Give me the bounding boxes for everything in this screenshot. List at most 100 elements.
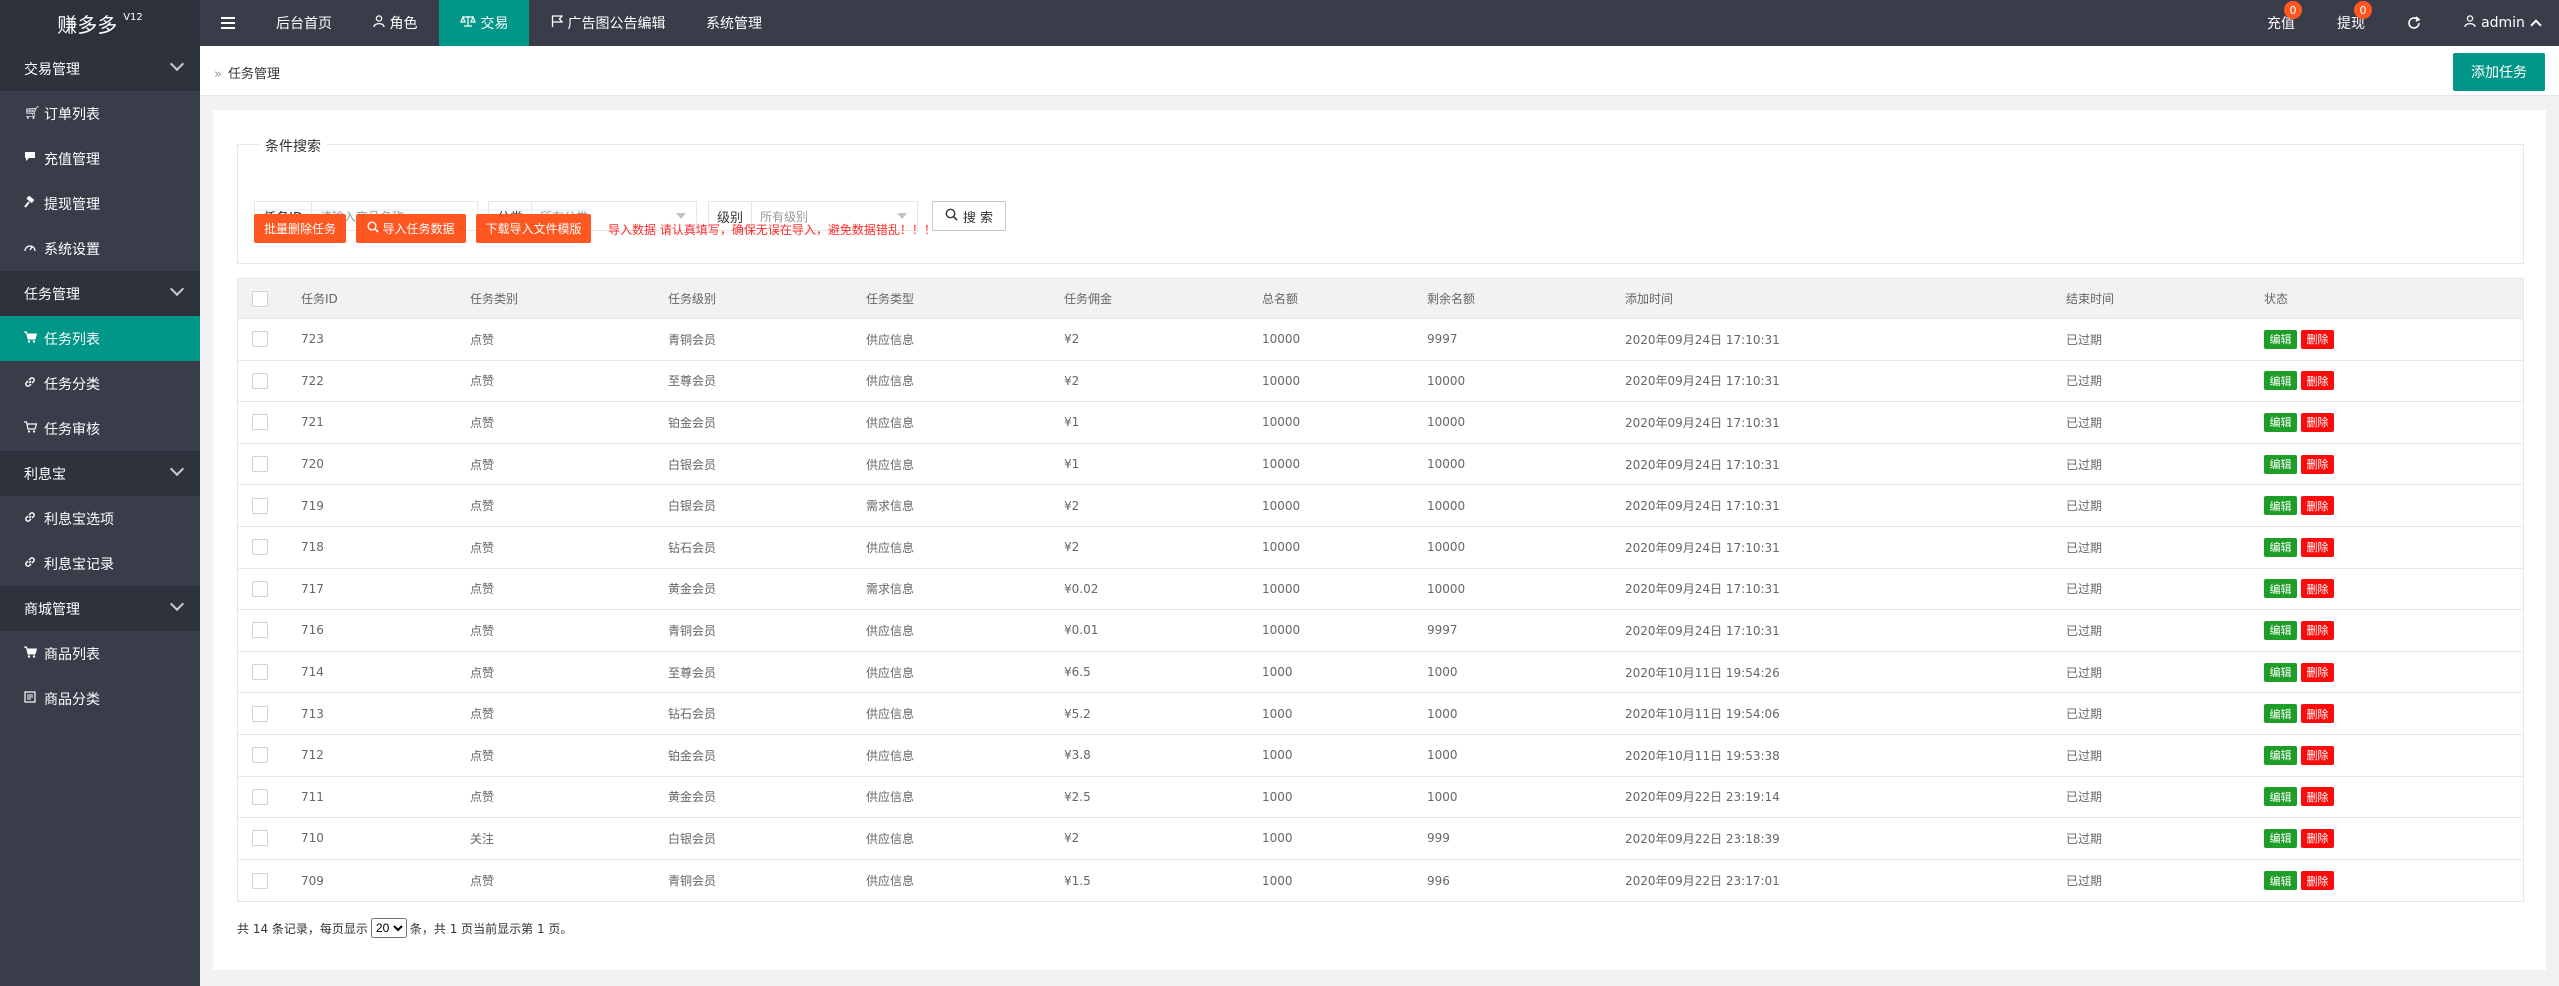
hamburger-icon[interactable] (200, 0, 255, 46)
delete-button[interactable]: 删除 (2301, 412, 2334, 432)
sidebar-group-trade[interactable]: 交易管理 (0, 46, 200, 91)
sidebar-group-mall[interactable]: 商城管理 (0, 586, 200, 631)
table-row: 714 点赞 至尊会员 供应信息 ¥6.5 1000 1000 2020年10月11日 19:… (238, 652, 2523, 694)
sidebar-item-interest-records[interactable]: 利息宝记录 (0, 541, 200, 586)
row-checkbox[interactable] (252, 361, 268, 402)
row-checkbox[interactable] (252, 444, 268, 485)
row-actions: 编辑 删除 (2264, 319, 2334, 360)
sidebar-item-withdraw[interactable]: 提现管理 (0, 181, 200, 226)
row-checkbox[interactable] (252, 527, 268, 568)
row-checkbox[interactable] (252, 485, 268, 526)
sidebar-item-interest-options[interactable]: 利息宝选项 (0, 496, 200, 541)
cell-total: 1000 (1262, 831, 1293, 846)
row-checkbox[interactable] (252, 610, 268, 651)
add-task-button[interactable]: 添加任务 (2453, 53, 2545, 91)
chevron-down-icon (169, 56, 185, 72)
cell-added-time: 2020年09月24日 17:10:31 (1625, 374, 1780, 389)
edit-button[interactable]: 编辑 (2264, 787, 2297, 807)
delete-button[interactable]: 删除 (2301, 579, 2334, 599)
sidebar-group-task[interactable]: 任务管理 (0, 271, 200, 316)
app-logo[interactable]: 赚多多 V12 (0, 0, 200, 46)
cell-remaining: 9997 (1427, 623, 1458, 638)
top-bar: 赚多多 V12 后台首页 角色 交易 广告图公告编辑 系统管理 充值 0 提现 0 (0, 0, 2559, 46)
nav-home[interactable]: 后台首页 (262, 0, 346, 46)
delete-button[interactable]: 删除 (2301, 454, 2334, 474)
cell-level: 白银会员 (668, 457, 717, 472)
nav-system[interactable]: 系统管理 (696, 0, 772, 46)
delete-button[interactable]: 删除 (2301, 704, 2334, 724)
delete-button[interactable]: 删除 (2301, 787, 2334, 807)
user-icon (372, 15, 385, 31)
delete-button[interactable]: 删除 (2301, 496, 2334, 516)
edit-button[interactable]: 编辑 (2264, 371, 2297, 391)
download-template-button[interactable]: 下载导入文件模版 (476, 214, 591, 243)
sidebar-group-interest[interactable]: 利息宝 (0, 451, 200, 496)
user-menu[interactable]: admin (2452, 0, 2552, 46)
sidebar-item-task-category[interactable]: 任务分类 (0, 361, 200, 406)
chevron-up-icon (2530, 19, 2542, 31)
cart-icon: 🛒︎ (24, 106, 41, 121)
cell-total: 1000 (1262, 789, 1293, 804)
nav-ad-notice[interactable]: 广告图公告编辑 (542, 0, 674, 46)
edit-button[interactable]: 编辑 (2264, 745, 2297, 765)
row-checkbox[interactable] (252, 569, 268, 610)
row-checkbox[interactable] (252, 652, 268, 693)
cell-remaining: 10000 (1427, 415, 1466, 430)
delete-button[interactable]: 删除 (2301, 662, 2334, 682)
link-icon (24, 511, 42, 527)
edit-button[interactable]: 编辑 (2264, 496, 2297, 516)
delete-button[interactable]: 删除 (2301, 537, 2334, 557)
cell-type: 供应信息 (866, 374, 915, 389)
delete-button[interactable]: 删除 (2301, 828, 2334, 848)
cell-total: 10000 (1262, 373, 1301, 388)
cell-end-time: 已过期 (2066, 415, 2103, 430)
edit-button[interactable]: 编辑 (2264, 537, 2297, 557)
sidebar-item-products[interactable]: 商品列表 (0, 631, 200, 676)
row-checkbox[interactable] (252, 860, 268, 902)
withdraw-link[interactable]: 提现 0 (2326, 0, 2376, 46)
nav-trade[interactable]: 交易 (439, 0, 529, 46)
sidebar-item-task-list[interactable]: 任务列表 (0, 316, 200, 361)
sidebar-item-product-category[interactable]: 商品分类 (0, 676, 200, 721)
search-button[interactable]: 搜 索 (932, 201, 1006, 231)
edit-button[interactable]: 编辑 (2264, 329, 2297, 349)
delete-button[interactable]: 删除 (2301, 871, 2334, 891)
cell-level: 白银会员 (668, 499, 717, 514)
cell-end-time: 已过期 (2066, 748, 2103, 763)
sidebar-item-label: 订单列表 (44, 106, 100, 123)
sidebar-item-settings[interactable]: 系统设置 (0, 226, 200, 271)
batch-delete-button[interactable]: 批量删除任务 (254, 214, 346, 243)
delete-button[interactable]: 删除 (2301, 329, 2334, 349)
sidebar-item-task-review[interactable]: 任务审核 (0, 406, 200, 451)
edit-button[interactable]: 编辑 (2264, 620, 2297, 640)
cell-end-time: 已过期 (2066, 499, 2103, 514)
nav-home-label: 后台首页 (276, 16, 332, 32)
row-checkbox[interactable] (252, 693, 268, 734)
row-checkbox[interactable] (252, 777, 268, 818)
edit-button[interactable]: 编辑 (2264, 662, 2297, 682)
table-row: 709 点赞 青铜会员 供应信息 ¥1.5 1000 996 2020年09月22日 23:1… (238, 860, 2523, 902)
recharge-link[interactable]: 充值 0 (2256, 0, 2306, 46)
row-checkbox[interactable] (252, 319, 268, 360)
delete-button[interactable]: 删除 (2301, 620, 2334, 640)
edit-button[interactable]: 编辑 (2264, 704, 2297, 724)
edit-button[interactable]: 编辑 (2264, 871, 2297, 891)
select-all-checkbox[interactable] (252, 279, 268, 318)
sidebar-item-orders[interactable]: 🛒︎ 订单列表 (0, 91, 200, 136)
edit-button[interactable]: 编辑 (2264, 454, 2297, 474)
row-checkbox[interactable] (252, 818, 268, 859)
edit-button[interactable]: 编辑 (2264, 828, 2297, 848)
delete-button[interactable]: 删除 (2301, 745, 2334, 765)
edit-button[interactable]: 编辑 (2264, 412, 2297, 432)
edit-button[interactable]: 编辑 (2264, 579, 2297, 599)
refresh-icon[interactable] (2395, 0, 2433, 46)
nav-role[interactable]: 角色 (360, 0, 430, 46)
cell-added-time: 2020年09月24日 17:10:31 (1625, 540, 1780, 555)
page-size-select[interactable]: 20 (370, 918, 407, 938)
cell-remaining: 10000 (1427, 581, 1466, 596)
row-checkbox[interactable] (252, 735, 268, 776)
row-checkbox[interactable] (252, 402, 268, 443)
import-data-button[interactable]: 导入任务数据 (356, 214, 466, 243)
delete-button[interactable]: 删除 (2301, 371, 2334, 391)
sidebar-item-recharge[interactable]: 充值管理 (0, 136, 200, 181)
